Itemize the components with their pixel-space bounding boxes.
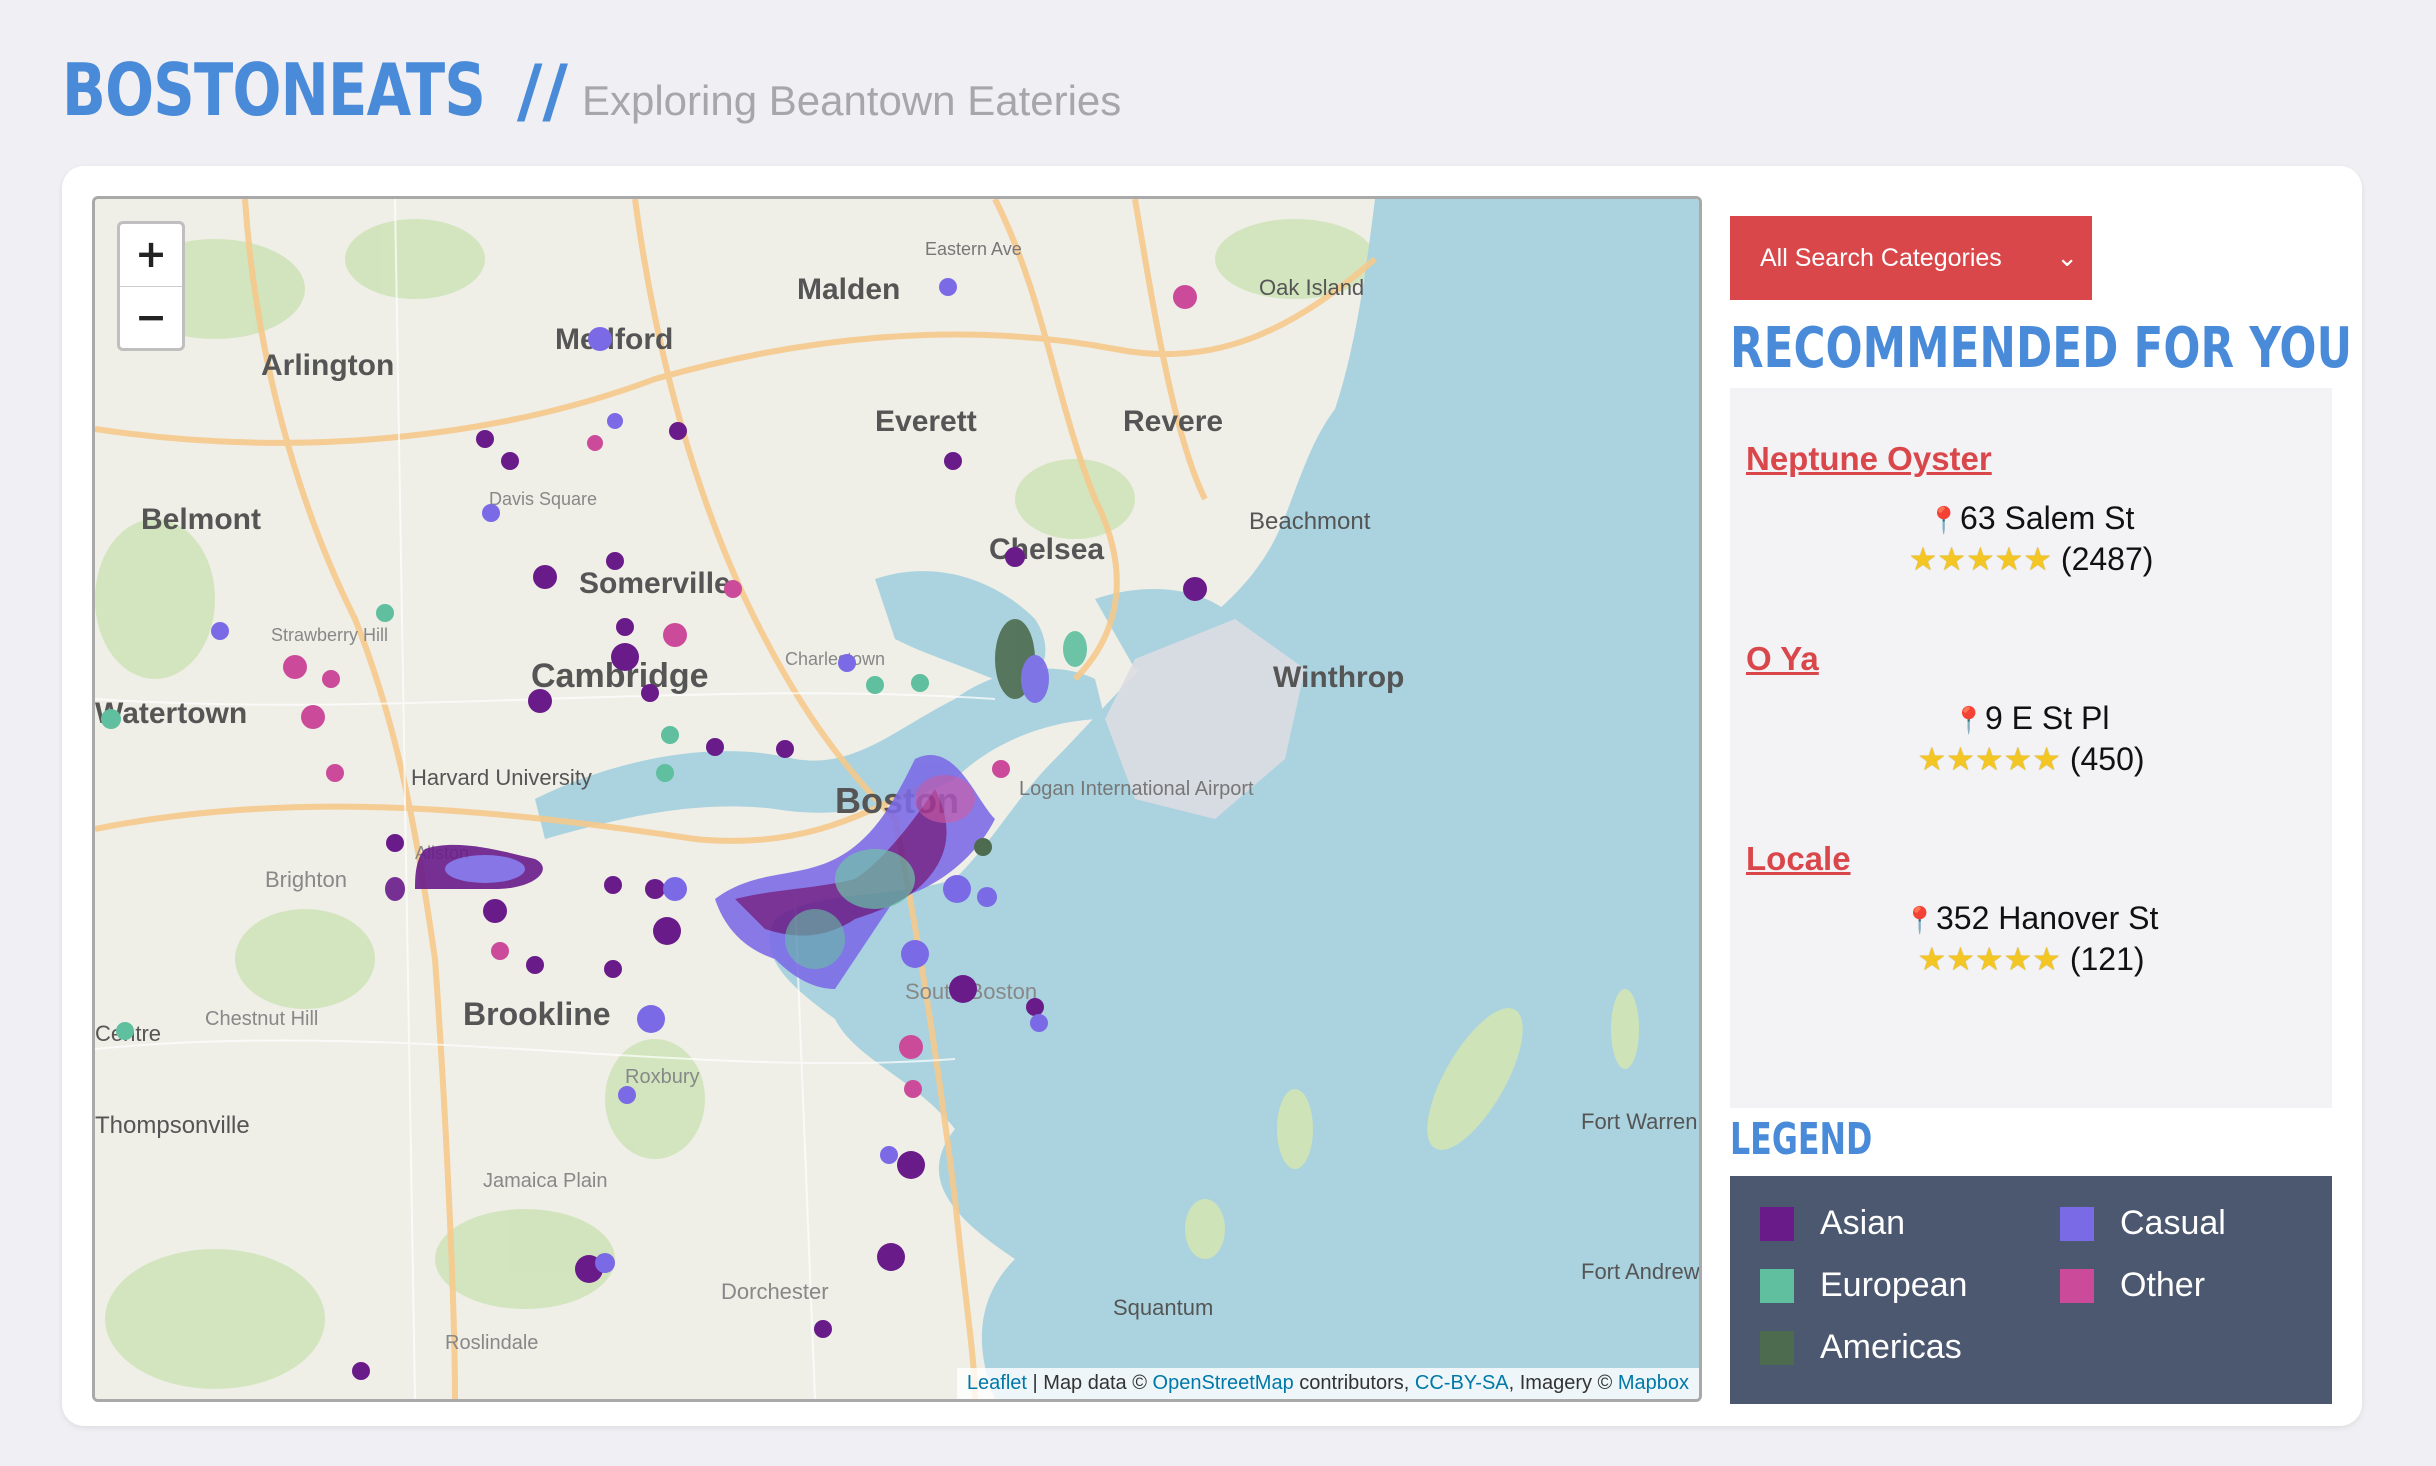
recommended-title: RECOMMENDED FOR YOU [1730, 316, 2353, 381]
map-label-somerville: Somerville [579, 567, 731, 600]
recommendations-panel: Neptune Oyster 📍63 Salem St ★★★★★ (2487)… [1730, 388, 2332, 1108]
map-label-roslindale: Roslindale [445, 1332, 538, 1354]
map-label-jamaica-plain: Jamaica Plain [483, 1170, 608, 1192]
map-label-belmont: Belmont [141, 503, 261, 536]
legend-item-other: Other [2060, 1266, 2205, 1305]
attribution-sep: | Map data © [1026, 1372, 1153, 1394]
brand-tagline: Exploring Beantown Eateries [581, 77, 1122, 124]
recommendation-link[interactable]: Neptune Oyster [1746, 440, 1992, 478]
license-link[interactable]: CC-BY-SA [1415, 1372, 1509, 1394]
legend: Asian Casual European Other Americas [1730, 1176, 2332, 1404]
map-label-revere: Revere [1123, 405, 1223, 438]
swatch [1760, 1206, 1794, 1241]
recommendation-address: 📍352 Hanover St [1903, 900, 2159, 936]
map-attribution: Leaflet | Map data © OpenStreetMap contr… [956, 1368, 1699, 1399]
map-label-beachmont: Beachmont [1249, 508, 1371, 535]
attribution-contrib: contributors, [1293, 1372, 1415, 1394]
map-tiles[interactable]: Malden Medford Arlington Everett Revere … [95, 199, 1699, 1399]
legend-item-americas: Americas [1760, 1328, 1962, 1367]
map-label-eastern-ave: Eastern Ave [925, 239, 1022, 259]
page-header: BOSTONEATS // Exploring Beantown Eaterie… [62, 48, 1121, 138]
leaflet-link[interactable]: Leaflet [967, 1372, 1027, 1394]
swatch [1760, 1330, 1794, 1365]
pin-icon: 📍 [1903, 905, 1936, 935]
map-label-malden: Malden [797, 273, 900, 306]
map-label-chestnut-hill: Chestnut Hill [205, 1008, 318, 1030]
legend-item-casual: Casual [2060, 1204, 2226, 1243]
main-card: Malden Medford Arlington Everett Revere … [62, 166, 2362, 1426]
zoom-in-button[interactable]: + [120, 224, 182, 287]
map-label-winthrop: Winthrop [1273, 661, 1404, 694]
swatch [2060, 1206, 2094, 1241]
map-label-fort-warren: Fort Warren [1581, 1109, 1698, 1134]
recommendation-link[interactable]: O Ya [1746, 640, 1819, 678]
map-label-charlestown: Charlestown [785, 649, 885, 669]
pin-icon: 📍 [1952, 705, 1985, 735]
attribution-imagery: , Imagery © [1508, 1372, 1618, 1394]
map-label-medford: Medford [555, 323, 673, 356]
recommendation-link[interactable]: Locale [1746, 840, 1851, 878]
recommendation-rating: ★★★★★ (450) [1917, 741, 2145, 777]
map-label-fort-andrews: Fort Andrews [1581, 1259, 1699, 1284]
category-select-value: All Search Categories [1760, 243, 2002, 272]
osm-link[interactable]: OpenStreetMap [1153, 1372, 1294, 1394]
recommendation-rating: ★★★★★ (121) [1917, 941, 2145, 977]
map-label-davis-square: Davis Square [489, 489, 597, 509]
map-label-brookline: Brookline [463, 996, 611, 1032]
map-label-brighton: Brighton [265, 867, 347, 892]
mapbox-link[interactable]: Mapbox [1618, 1372, 1689, 1394]
brand-separator: // [516, 50, 568, 132]
recommendation-address: 📍63 Salem St [1927, 500, 2135, 536]
recommendation-rating: ★★★★★ (2487) [1908, 541, 2154, 577]
star-icon: ★★★★★ [1917, 941, 2061, 977]
star-icon: ★★★★★ [1917, 741, 2061, 777]
map-label-thompsonville: Thompsonville [95, 1112, 250, 1139]
restaurant-map[interactable]: Malden Medford Arlington Everett Revere … [92, 196, 1702, 1402]
map-label-everett: Everett [875, 405, 977, 438]
chevron-down-icon: ⌄ [2056, 242, 2078, 272]
map-label-oak-island: Oak Island [1259, 275, 1364, 300]
map-label-logan: Logan International Airport [1019, 778, 1254, 800]
map-label-dorchester: Dorchester [721, 1279, 829, 1304]
recommendation-address: 📍9 E St Pl [1952, 700, 2110, 736]
swatch [2060, 1268, 2094, 1303]
legend-item-asian: Asian [1760, 1204, 1905, 1243]
swatch [1760, 1268, 1794, 1303]
brand-title: BOSTONEATS [62, 48, 486, 132]
legend-title: LEGEND [1730, 1114, 1873, 1165]
map-label-squantum: Squantum [1113, 1295, 1213, 1320]
map-label-roxbury: Roxbury [625, 1066, 699, 1088]
category-select[interactable]: All Search Categories ⌄ [1730, 216, 2092, 300]
map-label-arlington: Arlington [261, 349, 394, 382]
legend-item-european: European [1760, 1266, 1967, 1305]
pin-icon: 📍 [1927, 505, 1961, 535]
map-label-strawberry-hill: Strawberry Hill [271, 625, 388, 645]
star-icon: ★★★★★ [1908, 541, 2053, 577]
zoom-out-button[interactable]: − [120, 287, 182, 348]
zoom-control: + − [117, 221, 185, 351]
map-label-harvard: Harvard University [411, 765, 592, 790]
